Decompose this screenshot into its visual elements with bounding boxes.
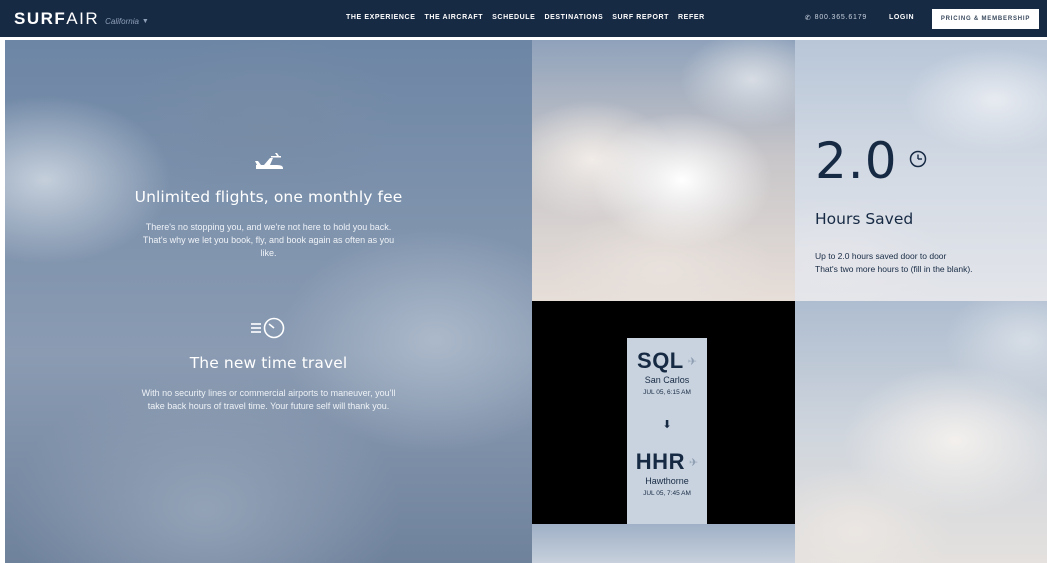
nav-link-aircraft[interactable]: THE AIRCRAFT — [424, 14, 483, 21]
phone-icon: ✆ — [805, 15, 812, 22]
feature-time-travel: The new time travel With no security lin… — [5, 316, 532, 413]
region-label: California — [105, 17, 139, 26]
hours-saved-desc-line: That's two more hours to (fill in the bl… — [815, 264, 973, 274]
arrival-code: HHR — [635, 449, 685, 474]
hours-saved-value: 2.0 — [815, 132, 898, 190]
phone-number: 800.365.6179 — [814, 14, 868, 21]
nav-link-experience[interactable]: THE EXPERIENCE — [346, 14, 415, 21]
hours-saved-panel: 2.0 Hours Saved Up to 2.0 hours saved do… — [795, 40, 1047, 301]
departure-code: SQL — [637, 348, 684, 373]
departure-code-row: SQL ✈ — [627, 348, 707, 374]
plane-icon — [5, 150, 532, 174]
arrival-time: JUL 05, 7:45 AM — [643, 490, 691, 497]
feature-title: The new time travel — [189, 354, 348, 372]
hours-saved-description: Up to 2.0 hours saved door to door That'… — [815, 250, 973, 276]
brand[interactable]: SURFAIR California ▼ — [14, 9, 149, 29]
fast-clock-icon — [5, 316, 532, 340]
clock-icon — [908, 149, 928, 174]
top-navigation: SURFAIR California ▼ THE EXPERIENCE THE … — [0, 0, 1047, 37]
surfair-logo[interactable]: SURFAIR — [14, 9, 99, 29]
phone-link[interactable]: ✆ 800.365.6179 — [805, 14, 867, 22]
departure-city: San Carlos — [644, 375, 690, 385]
feature-unlimited-flights: Unlimited flights, one monthly fee There… — [5, 150, 532, 260]
cloud-image — [795, 301, 1047, 563]
nav-link-schedule[interactable]: SCHEDULE — [492, 14, 535, 21]
cloud-image — [532, 40, 795, 301]
region-selector[interactable]: California ▼ — [105, 17, 149, 26]
arrival-code-row: HHR ✈ — [627, 449, 707, 475]
plane-icon: ✈ — [688, 456, 699, 469]
nav-link-refer[interactable]: REFER — [678, 14, 705, 21]
feature-title: Unlimited flights, one monthly fee — [134, 188, 403, 206]
feature-body: There's no stopping you, and we're not h… — [142, 222, 395, 258]
plane-icon: ✈ — [687, 355, 697, 368]
cloud-image-strip — [532, 524, 795, 563]
features-panel: Unlimited flights, one monthly fee There… — [5, 40, 532, 563]
arrow-down-icon: ⬇ — [662, 419, 672, 431]
nav-link-destinations[interactable]: DESTINATIONS — [544, 14, 603, 21]
arrival: HHR ✈ Hawthorne JUL 05, 7:45 AM — [627, 449, 707, 497]
departure: SQL ✈ San Carlos JUL 05, 6:15 AM — [627, 338, 707, 396]
arrival-city: Hawthorne — [645, 476, 689, 486]
login-link[interactable]: LOGIN — [889, 14, 914, 21]
hours-saved-stat: 2.0 — [815, 136, 928, 186]
pricing-membership-button[interactable]: PRICING & MEMBERSHIP — [932, 9, 1039, 29]
feature-body: With no security lines or commercial air… — [141, 388, 396, 411]
departure-time: JUL 05, 6:15 AM — [643, 389, 691, 396]
nav-links: THE EXPERIENCE THE AIRCRAFT SCHEDULE DES… — [346, 14, 705, 21]
hours-saved-label: Hours Saved — [815, 210, 914, 228]
flight-panel: SQL ✈ San Carlos JUL 05, 6:15 AM ⬇ HHR ✈… — [532, 301, 795, 563]
chevron-down-icon: ▼ — [141, 18, 149, 25]
nav-link-surf-report[interactable]: SURF REPORT — [612, 14, 669, 21]
hours-saved-desc-line: Up to 2.0 hours saved door to door — [815, 251, 947, 261]
